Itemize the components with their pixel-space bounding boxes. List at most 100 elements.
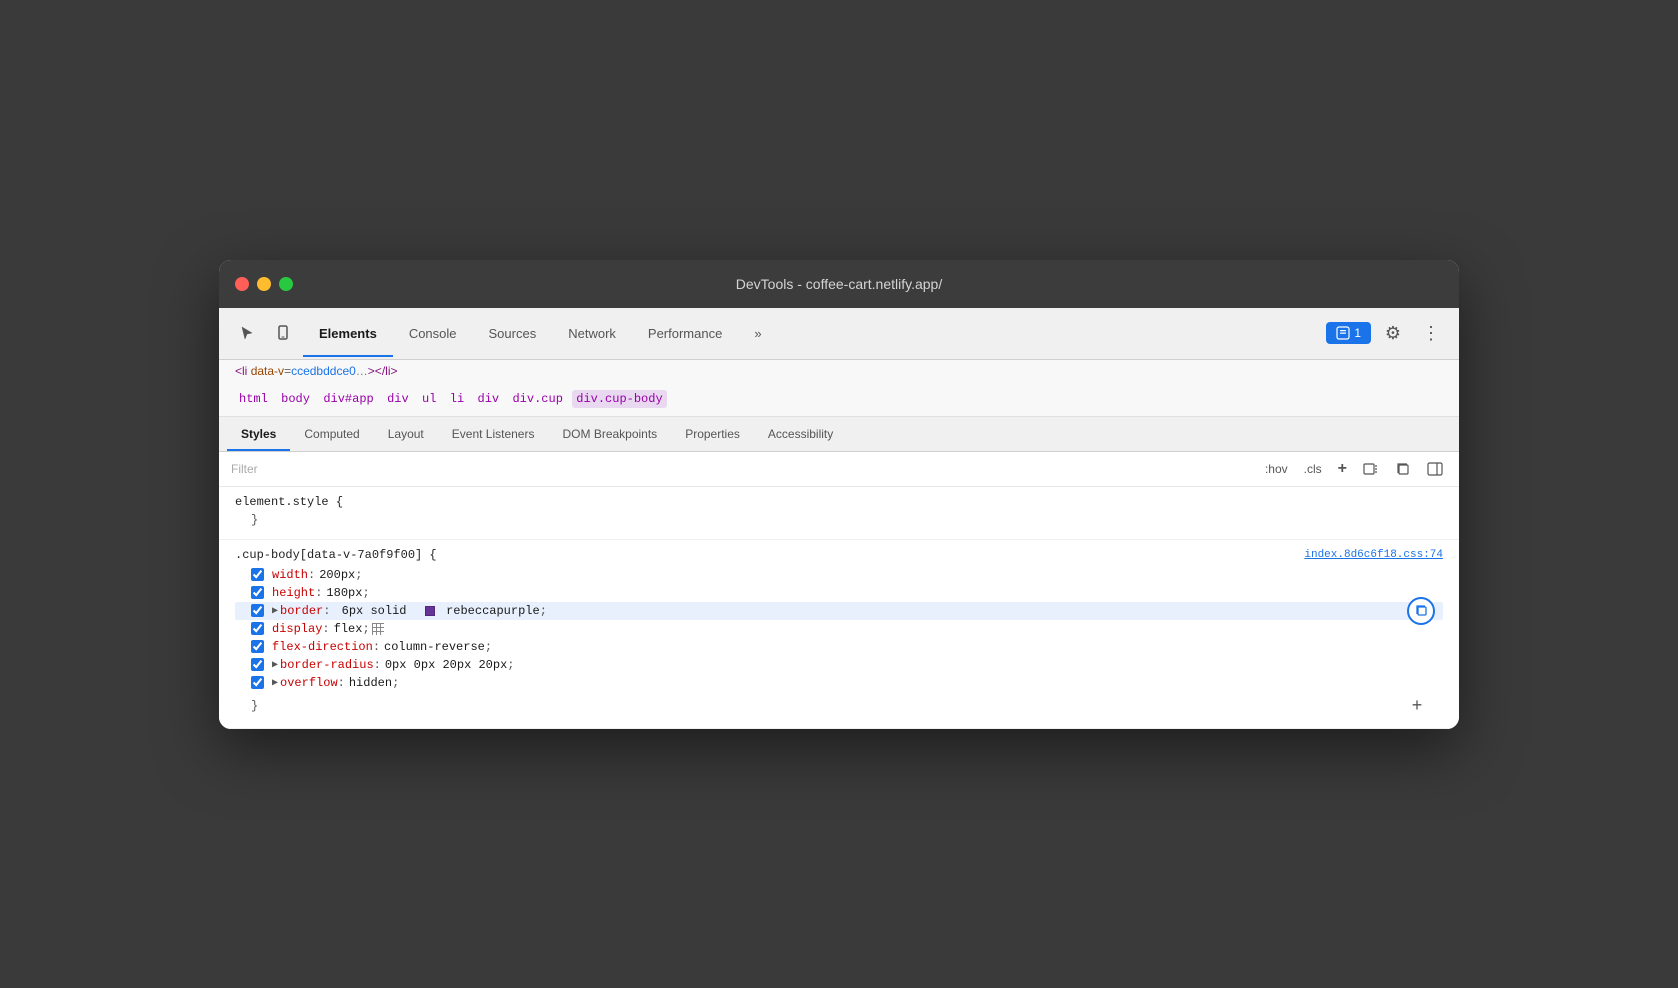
tab-more[interactable]: » bbox=[738, 318, 777, 349]
settings-icon-btn[interactable]: ⚙ bbox=[1377, 317, 1409, 349]
dom-close-tag: ></li> bbox=[368, 364, 398, 378]
dom-tag-line: <li data-v=ccedbddce0…></li> bbox=[219, 360, 1459, 382]
element-style-header: element.style { bbox=[235, 495, 1443, 509]
mobile-icon-btn[interactable] bbox=[267, 317, 299, 349]
toolbar-right: 1 ⚙ ⋮ bbox=[1326, 317, 1447, 349]
titlebar: DevTools - coffee-cart.netlify.app/ bbox=[219, 260, 1459, 308]
css-source-link[interactable]: index.8d6c6f18.css:74 bbox=[1304, 549, 1443, 561]
tab-styles[interactable]: Styles bbox=[227, 417, 290, 451]
prop-name-overflow: overflow bbox=[280, 676, 338, 690]
minimize-button[interactable] bbox=[257, 277, 271, 291]
hov-button[interactable]: :hov bbox=[1261, 460, 1292, 478]
copy-styles-btn[interactable] bbox=[1391, 459, 1415, 479]
path-divcup[interactable]: div.cup bbox=[508, 390, 566, 408]
path-li[interactable]: li bbox=[446, 390, 468, 408]
issues-badge-btn[interactable]: 1 bbox=[1326, 322, 1371, 344]
dom-attr-name: data-v bbox=[251, 364, 284, 378]
tab-dom-breakpoints[interactable]: DOM Breakpoints bbox=[548, 417, 671, 451]
add-style-rule-btn[interactable]: + bbox=[1334, 458, 1351, 480]
prop-name-height: height bbox=[272, 586, 315, 600]
prop-value-display[interactable]: flex bbox=[334, 622, 363, 636]
css-prop-width: width: 200px; bbox=[235, 566, 1443, 584]
path-div2[interactable]: div bbox=[474, 390, 504, 408]
prop-value-border-radius[interactable]: 0px 0px 20px 20px bbox=[385, 658, 507, 672]
style-tabs-row: Styles Computed Layout Event Listeners D… bbox=[219, 417, 1459, 452]
close-button[interactable] bbox=[235, 277, 249, 291]
element-style-close: } bbox=[251, 513, 258, 527]
add-rule-btn[interactable]: + bbox=[1407, 696, 1427, 716]
checkbox-display[interactable] bbox=[251, 622, 264, 635]
close-brace: } bbox=[251, 699, 258, 713]
path-divapp[interactable]: div#app bbox=[319, 390, 377, 408]
checkbox-border-radius[interactable] bbox=[251, 658, 264, 671]
flex-grid-icon[interactable] bbox=[372, 623, 384, 635]
checkbox-overflow[interactable] bbox=[251, 676, 264, 689]
prop-name-border: border bbox=[280, 604, 323, 618]
filter-row: :hov .cls + bbox=[219, 452, 1459, 487]
prop-value-border[interactable]: 6px solid rebeccapurple bbox=[334, 604, 539, 618]
filter-actions: :hov .cls + bbox=[1261, 458, 1447, 480]
tab-console[interactable]: Console bbox=[393, 318, 473, 349]
prop-value-flex-direction[interactable]: column-reverse bbox=[384, 640, 485, 654]
cup-body-selector: .cup-body[data-v-7a0f9f00] { bbox=[235, 548, 437, 562]
path-body[interactable]: body bbox=[277, 390, 314, 408]
checkbox-width[interactable] bbox=[251, 568, 264, 581]
dom-attr-value: ccedbddce0 bbox=[291, 364, 356, 378]
tab-accessibility[interactable]: Accessibility bbox=[754, 417, 847, 451]
tab-sources[interactable]: Sources bbox=[473, 318, 553, 349]
maximize-button[interactable] bbox=[279, 277, 293, 291]
settings-icon: ⚙ bbox=[1385, 323, 1401, 344]
tab-performance[interactable]: Performance bbox=[632, 318, 738, 349]
prop-name-flex-direction: flex-direction bbox=[272, 640, 373, 654]
prop-value-height[interactable]: 180px bbox=[326, 586, 362, 600]
element-state-btn[interactable] bbox=[1359, 459, 1383, 479]
tab-network[interactable]: Network bbox=[552, 318, 632, 349]
tab-properties[interactable]: Properties bbox=[671, 417, 754, 451]
path-div1[interactable]: div bbox=[383, 390, 413, 408]
tab-elements[interactable]: Elements bbox=[303, 318, 393, 349]
dom-tag-open: < bbox=[235, 364, 242, 378]
styles-content: element.style { } .cup-body[data-v-7a0f9… bbox=[219, 487, 1459, 729]
toggle-sidebar-btn[interactable] bbox=[1423, 459, 1447, 479]
css-prop-overflow: ▶ overflow: hidden; bbox=[235, 674, 1443, 692]
tab-layout[interactable]: Layout bbox=[374, 417, 438, 451]
path-html[interactable]: html bbox=[235, 390, 272, 408]
cursor-icon-btn[interactable] bbox=[231, 317, 263, 349]
prop-name-width: width bbox=[272, 568, 308, 582]
checkbox-border[interactable] bbox=[251, 604, 264, 617]
color-swatch-border[interactable] bbox=[425, 606, 435, 616]
window-title: DevTools - coffee-cart.netlify.app/ bbox=[736, 276, 942, 292]
border-radius-expand-arrow[interactable]: ▶ bbox=[272, 659, 278, 671]
more-options-btn[interactable]: ⋮ bbox=[1415, 317, 1447, 349]
overflow-expand-arrow[interactable]: ▶ bbox=[272, 677, 278, 689]
devtools-window: DevTools - coffee-cart.netlify.app/ Elem… bbox=[219, 260, 1459, 729]
css-prop-border-radius: ▶ border-radius: 0px 0px 20px 20px; bbox=[235, 656, 1443, 674]
tab-event-listeners[interactable]: Event Listeners bbox=[438, 417, 549, 451]
tab-computed[interactable]: Computed bbox=[290, 417, 373, 451]
dom-ellipsis: … bbox=[356, 364, 368, 378]
nav-tabs: Elements Console Sources Network Perform… bbox=[303, 318, 1322, 349]
issues-count: 1 bbox=[1354, 326, 1361, 340]
css-prop-border: ▶ border: 6px solid rebeccapurple ; bbox=[235, 602, 1443, 620]
element-breadcrumb: html body div#app div ul li div div.cup … bbox=[219, 382, 1459, 417]
filter-input[interactable] bbox=[231, 462, 1253, 476]
main-toolbar: Elements Console Sources Network Perform… bbox=[219, 308, 1459, 360]
cup-body-close: } + bbox=[235, 692, 1443, 720]
more-icon: ⋮ bbox=[1422, 323, 1440, 344]
traffic-lights bbox=[235, 277, 293, 291]
cls-button[interactable]: .cls bbox=[1300, 460, 1326, 478]
cup-body-rule: .cup-body[data-v-7a0f9f00] { index.8d6c6… bbox=[219, 540, 1459, 729]
css-prop-height: height: 180px; bbox=[235, 584, 1443, 602]
border-expand-arrow[interactable]: ▶ bbox=[272, 605, 278, 617]
css-prop-flex-direction: flex-direction: column-reverse; bbox=[235, 638, 1443, 656]
element-style-selector: element.style { bbox=[235, 495, 343, 509]
prop-name-border-radius: border-radius bbox=[280, 658, 374, 672]
prop-value-width[interactable]: 200px bbox=[319, 568, 355, 582]
dom-tag-name: li bbox=[242, 364, 247, 378]
prop-value-overflow[interactable]: hidden bbox=[349, 676, 392, 690]
checkbox-flex-direction[interactable] bbox=[251, 640, 264, 653]
checkbox-height[interactable] bbox=[251, 586, 264, 599]
element-style-rule: element.style { } bbox=[219, 487, 1459, 540]
path-divcupbody[interactable]: div.cup-body bbox=[572, 390, 666, 408]
path-ul[interactable]: ul bbox=[418, 390, 440, 408]
